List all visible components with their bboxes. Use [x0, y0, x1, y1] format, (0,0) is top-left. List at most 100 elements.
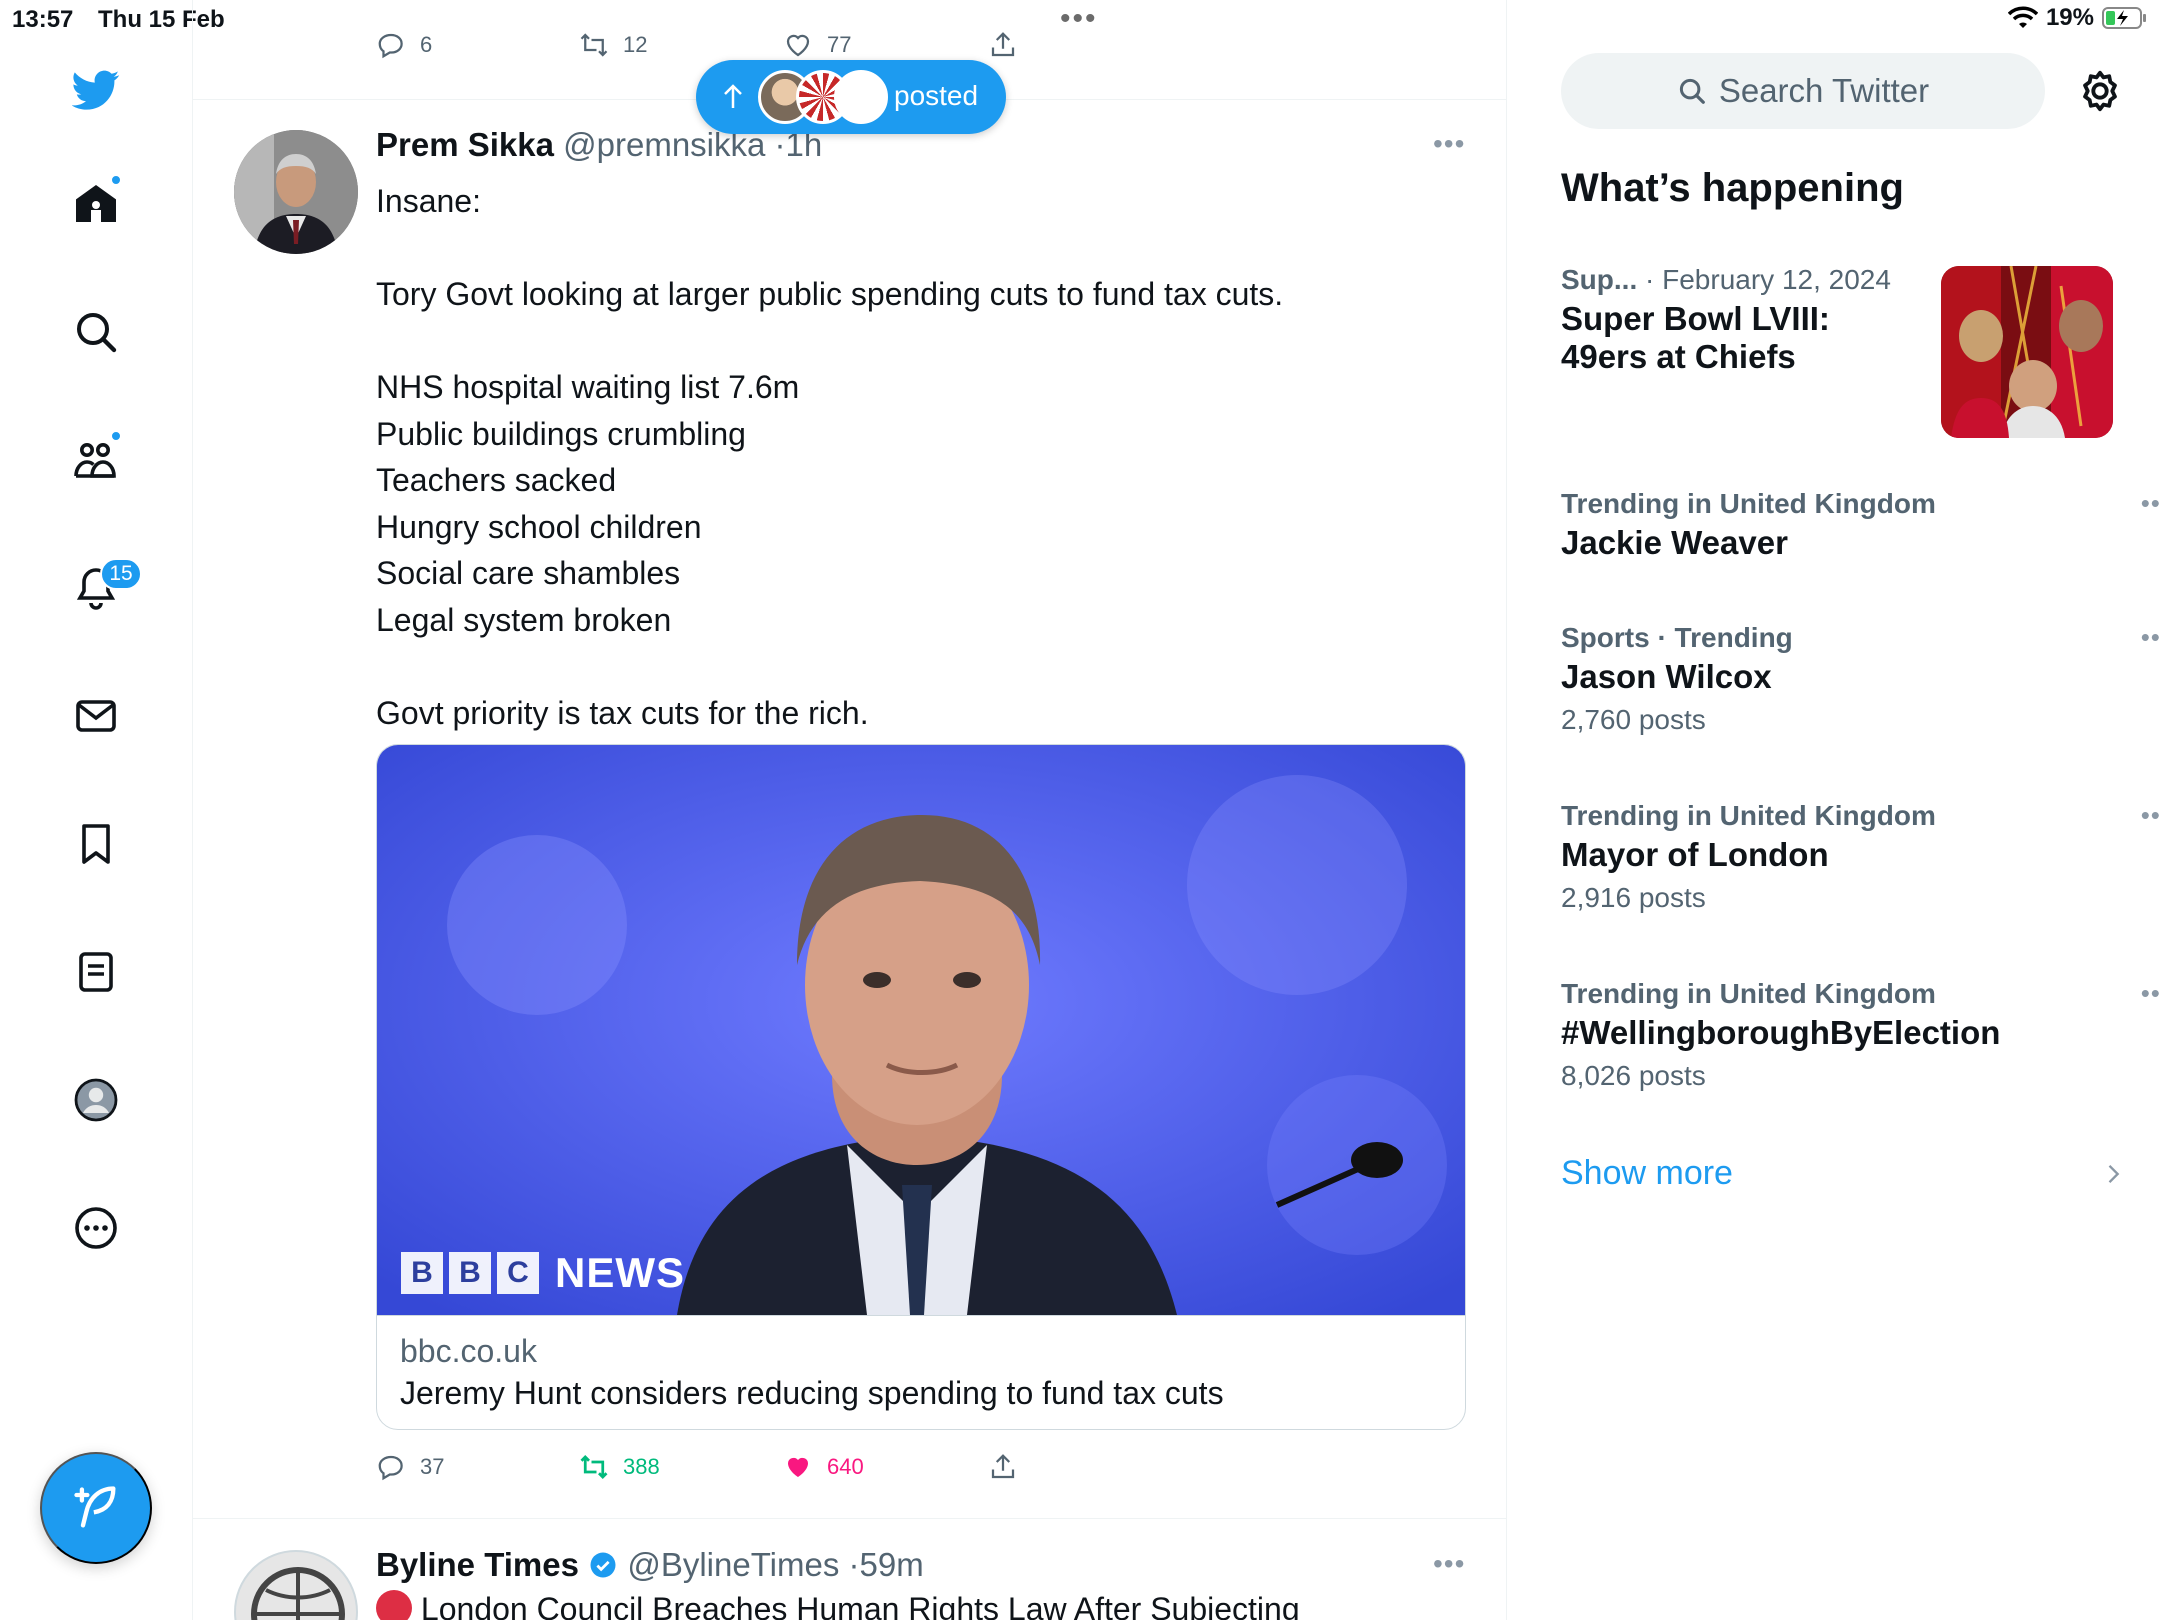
profile-icon[interactable]	[60, 1064, 132, 1136]
trend-meta-text: Trending in United Kingdom	[1561, 488, 1936, 519]
retweet-count: 12	[623, 32, 648, 57]
featured-date: February 12, 2024	[1662, 264, 1891, 295]
reply-action[interactable]: 37	[376, 1452, 444, 1482]
messages-icon[interactable]	[60, 680, 132, 752]
share-action[interactable]	[988, 1452, 1018, 1482]
show-more-link[interactable]: Show more	[1561, 1154, 1733, 1193]
separator: ·	[848, 1546, 860, 1583]
bbc-logo-letter: B	[449, 1252, 491, 1294]
trend-count: 2,916 posts	[1561, 882, 1706, 913]
search-placeholder: Search Twitter	[1718, 72, 1930, 109]
trend-count: 2,760 posts	[1561, 704, 1706, 735]
avatar[interactable]	[234, 130, 358, 254]
retweet-icon	[580, 1455, 608, 1479]
bbc-logo-letter: B	[401, 1252, 443, 1294]
twitter-logo-icon[interactable]	[60, 54, 132, 126]
trend-count: 8,026 posts	[1561, 1060, 1706, 1091]
tweet-line: Teachers sacked	[376, 462, 617, 498]
trend-item[interactable]: Trending in United Kingdom Jackie Weaver…	[1561, 488, 2160, 562]
tweet-more-icon[interactable]: •••	[1433, 1548, 1465, 1580]
retweet-action[interactable]: 12	[579, 30, 647, 60]
trend-more-icon[interactable]: •••	[2141, 622, 2160, 653]
tweet-line: NHS hospital waiting list 7.6m	[376, 369, 800, 405]
trend-item[interactable]: Sports · Trending Jason Wilcox 2,760 pos…	[1561, 622, 2160, 736]
trend-meta: Trending in United Kingdom	[1561, 488, 2121, 520]
share-icon	[991, 32, 1015, 57]
trend-meta-text: Trending in United Kingdom	[1561, 978, 1936, 1009]
compose-tweet-button[interactable]	[40, 1452, 152, 1564]
bbc-logo-letter: C	[497, 1252, 539, 1294]
more-options-icon[interactable]	[60, 1192, 132, 1264]
link-card[interactable]: B B C NEWS bbc.co.uk Jeremy Hunt conside…	[376, 744, 1466, 1430]
chevron-right-icon[interactable]	[2099, 1160, 2127, 1188]
bbc-logo-word: NEWS	[555, 1249, 685, 1296]
left-sidebar: 15	[0, 0, 193, 1620]
like-count: 640	[827, 1454, 864, 1479]
like-count: 77	[827, 32, 852, 57]
like-action[interactable]: 77	[783, 30, 851, 60]
section-title: What’s happening	[1561, 166, 1904, 210]
reply-icon	[378, 33, 403, 59]
retweet-count: 388	[623, 1454, 660, 1479]
card-photo	[377, 745, 1465, 1315]
trend-more-icon[interactable]: •••	[2141, 488, 2160, 519]
featured-trend-image[interactable]	[1941, 266, 2113, 438]
reply-action[interactable]: 6	[376, 30, 432, 60]
new-posts-label: posted	[894, 80, 979, 111]
search-icon	[1679, 78, 1705, 104]
heart-icon	[786, 34, 810, 57]
home-icon[interactable]	[60, 168, 132, 240]
notification-badge: 15	[100, 558, 142, 590]
heart-icon	[788, 1457, 808, 1477]
bookmarks-icon[interactable]	[60, 808, 132, 880]
super-bowl-image	[1941, 266, 2113, 438]
separator: ·	[1645, 264, 1663, 295]
tweet-line: Insane:	[376, 183, 481, 219]
avatar-photo	[234, 130, 358, 254]
trend-more-icon[interactable]: •••	[2141, 978, 2160, 1009]
share-action[interactable]	[988, 30, 1018, 60]
pill-avatar-3	[834, 70, 888, 124]
trend-item[interactable]: Trending in United Kingdom #Wellingborou…	[1561, 978, 2160, 1092]
author-name[interactable]: Byline Times	[376, 1546, 579, 1583]
like-action[interactable]: 640	[783, 1452, 864, 1482]
search-input[interactable]: Search Twitter	[1561, 53, 2045, 129]
retweet-icon	[580, 33, 608, 57]
search-icon[interactable]	[60, 296, 132, 368]
author-name[interactable]: Prem Sikka	[376, 126, 554, 163]
lists-icon[interactable]	[60, 936, 132, 1008]
verified-badge-icon	[590, 1552, 616, 1578]
tweet-line: Hungry school children	[376, 508, 702, 545]
avatar[interactable]	[234, 1550, 358, 1620]
tweet-line	[376, 225, 1456, 272]
trend-more-icon[interactable]: •••	[2141, 800, 2160, 831]
tweet-line	[376, 643, 1456, 690]
author-handle[interactable]: @BylineTimes	[627, 1546, 839, 1583]
card-divider	[377, 1315, 1465, 1316]
right-sidebar: Search Twitter What’s happening Sup... ·…	[1507, 0, 2160, 1620]
communities-icon[interactable]	[60, 424, 132, 496]
reply-icon	[378, 1455, 403, 1481]
trend-item[interactable]: Trending in United Kingdom Mayor of Lond…	[1561, 800, 2160, 914]
settings-gear-icon[interactable]	[2077, 68, 2123, 114]
tweet-time[interactable]: 59m	[860, 1546, 924, 1583]
tweet-line: Public buildings crumbling	[376, 415, 746, 452]
retweet-action[interactable]: 388	[579, 1452, 660, 1482]
tweet-text: London Council Breaches Human Rights Law…	[376, 1590, 1300, 1620]
link-card-domain: bbc.co.uk	[400, 1333, 537, 1369]
trend-name: #WellingboroughByElection	[1561, 1014, 2001, 1051]
tweet-more-icon[interactable]: •••	[1433, 128, 1465, 160]
trend-meta: Trending in United Kingdom	[1561, 978, 2121, 1010]
trend-name: Jackie Weaver	[1561, 524, 1788, 561]
link-card-title: Jeremy Hunt considers reducing spending …	[400, 1375, 1224, 1411]
tweet-line: Govt priority is tax cuts for the rich.	[376, 694, 869, 731]
featured-category: Sup...	[1561, 264, 1638, 295]
tweet-line	[376, 318, 1456, 365]
new-posts-pill[interactable]: posted	[696, 60, 1006, 134]
bbc-news-logo: B B C NEWS	[401, 1249, 685, 1297]
tweet-header: Byline Times @BylineTimes ·59m	[376, 1546, 924, 1584]
tweet-divider	[193, 1518, 1506, 1519]
timeline[interactable]: 6 12 77 posted Prem Sikka @premnsikka ·1…	[193, 0, 1507, 1620]
arrow-up-icon	[724, 84, 742, 108]
tweet-line: Social care shambles	[376, 555, 681, 591]
